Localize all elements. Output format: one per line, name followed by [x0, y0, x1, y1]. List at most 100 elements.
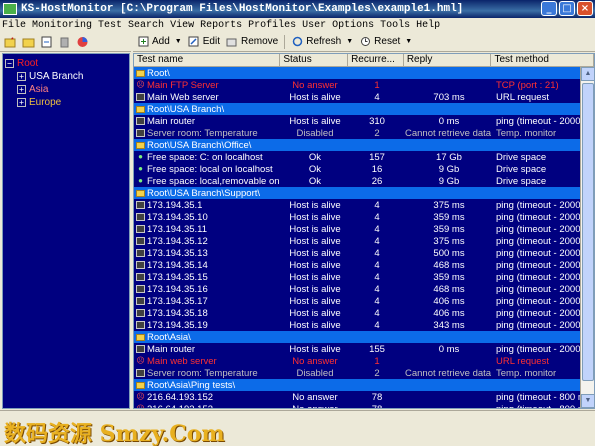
cell-recurrences: 26	[371, 175, 383, 187]
cell-status: Host is alive	[289, 115, 341, 127]
cell-recurrences: 155	[369, 343, 385, 355]
remove-button[interactable]: Remove	[226, 36, 278, 48]
monitor-icon	[136, 213, 145, 221]
folder-row[interactable]: Root\USA Branch\Support\	[134, 187, 581, 199]
cell-status: Host is alive	[289, 343, 341, 355]
table-row[interactable]: ☹ Main FTP Server No answer 1 TCP (port : 21…	[134, 79, 581, 91]
tree-node-asia[interactable]: + Asia	[5, 83, 127, 96]
menu-user[interactable]: User	[302, 20, 326, 31]
table-row[interactable]: 173.194.35.11 Host is alive 4 359 ms ping (t…	[134, 223, 581, 235]
column-header-test-method[interactable]: Test method	[491, 54, 594, 66]
expand-icon[interactable]: +	[17, 72, 26, 81]
cell-test-method: ping (timeout - 2000 ms)	[496, 115, 581, 127]
delete-icon[interactable]	[57, 35, 71, 49]
close-button[interactable]: ×	[577, 1, 593, 16]
column-header-recurrences[interactable]: Recurre...	[348, 54, 404, 66]
monitor-icon	[136, 225, 145, 233]
folder-path: Root\	[134, 68, 281, 79]
refresh-label: Refresh	[306, 36, 342, 47]
expand-icon[interactable]: +	[17, 98, 26, 107]
table-row[interactable]: Main router Host is alive 155 0 ms ping (tim…	[134, 343, 581, 355]
table-row[interactable]: ☹ Main web server No answer 1 URL request	[134, 355, 581, 367]
menu-help[interactable]: Help	[416, 20, 440, 31]
edit-button[interactable]: Edit	[188, 36, 220, 48]
refresh-button[interactable]: Refresh ▼	[291, 36, 353, 48]
menu-test[interactable]: Test	[98, 20, 122, 31]
table-row[interactable]: ☹ 216.64.193.153 No answer 78 ping (timeout …	[134, 403, 581, 409]
cell-reply: 343 ms	[433, 319, 465, 331]
minimize-button[interactable]: _	[541, 1, 557, 16]
menu-reports[interactable]: Reports	[200, 20, 242, 31]
table-row[interactable]: ● Free space: local on localhost Ok 16 9 Gb D…	[134, 163, 581, 175]
column-header-reply[interactable]: Reply	[404, 54, 492, 66]
cell-reply: 359 ms	[433, 271, 465, 283]
menu-search[interactable]: Search	[128, 20, 164, 31]
table-row[interactable]: ● Free space: local,removable on loc... Ok…	[134, 175, 581, 187]
tree-toolbar: *	[0, 32, 131, 52]
table-row[interactable]: Main Web server Host is alive 4 703 ms URL r…	[134, 91, 581, 103]
refresh-tree-icon[interactable]	[39, 35, 53, 49]
tree-node-label: USA Branch	[29, 71, 84, 82]
chevron-down-icon[interactable]: ▼	[175, 38, 182, 45]
window-controls: _ □ ×	[541, 1, 593, 16]
folder-row[interactable]: Root\USA Branch\Office\	[134, 139, 581, 151]
tree-node-europe[interactable]: + Europe	[5, 96, 127, 109]
cell-status: Disabled	[296, 127, 334, 139]
scroll-down-icon[interactable]: ▼	[581, 394, 594, 408]
folder-row[interactable]: Root\Asia\Ping tests\	[134, 379, 581, 391]
chevron-down-icon[interactable]: ▼	[405, 38, 412, 45]
menu-monitoring[interactable]: Monitoring	[32, 20, 92, 31]
cell-status: No answer	[292, 403, 338, 409]
table-row[interactable]: 173.194.35.14 Host is alive 4 468 ms ping (t…	[134, 259, 581, 271]
chevron-down-icon[interactable]: ▼	[346, 38, 353, 45]
table-row[interactable]: 173.194.35.19 Host is alive 4 343 ms ping (t…	[134, 319, 581, 331]
scroll-up-icon[interactable]: ▲	[581, 67, 594, 81]
table-row[interactable]: 173.194.35.17 Host is alive 4 406 ms ping (t…	[134, 295, 581, 307]
column-header-status[interactable]: Status	[280, 54, 349, 66]
table-row[interactable]: 173.194.35.12 Host is alive 4 375 ms ping (t…	[134, 235, 581, 247]
menu-options[interactable]: Options	[332, 20, 374, 31]
cell-status: No answer	[292, 355, 338, 367]
cell-recurrences: 157	[369, 151, 385, 163]
test-name-label: 173.194.35.13	[147, 247, 208, 259]
folder-icon	[136, 381, 145, 389]
table-row[interactable]: ● Free space: C: on localhost Ok 157 17 Gb Dr…	[134, 151, 581, 163]
maximize-button[interactable]: □	[559, 1, 575, 16]
table-row[interactable]: 173.194.35.18 Host is alive 4 406 ms ping (t…	[134, 307, 581, 319]
menu-tools[interactable]: Tools	[380, 20, 410, 31]
tree-node-root[interactable]: − Root	[5, 57, 127, 70]
stats-icon[interactable]	[75, 35, 89, 49]
cell-test-method: ping (timeout - 800 ms)	[496, 403, 581, 409]
expand-icon[interactable]: +	[17, 85, 26, 94]
table-row[interactable]: 173.194.35.15 Host is alive 4 359 ms ping (t…	[134, 271, 581, 283]
table-row[interactable]: 173.194.35.16 Host is alive 4 468 ms ping (t…	[134, 283, 581, 295]
folder-path: Root\USA Branch\	[134, 104, 281, 115]
table-row[interactable]: Server room: Temperature Disabled 2 Cannot …	[134, 127, 581, 139]
menu-profiles[interactable]: Profiles	[248, 20, 296, 31]
column-header-test-name[interactable]: Test name	[134, 54, 281, 66]
menu-file[interactable]: File	[2, 20, 26, 31]
table-row[interactable]: 173.194.35.10 Host is alive 4 359 ms ping (t…	[134, 211, 581, 223]
add-button[interactable]: Add ▼	[137, 36, 182, 48]
reset-button[interactable]: Reset ▼	[359, 36, 412, 48]
tree-node-usa-branch[interactable]: + USA Branch	[5, 70, 127, 83]
folder-row[interactable]: Root\	[134, 67, 581, 79]
menu-view[interactable]: View	[170, 20, 194, 31]
table-row[interactable]: 173.194.35.13 Host is alive 4 500 ms ping (t…	[134, 247, 581, 259]
edit-icon	[188, 36, 200, 48]
vertical-scrollbar[interactable]: ▲ ▼	[580, 67, 594, 408]
table-row[interactable]: ☹ 216.64.193.152 No answer 78 ping (timeout …	[134, 391, 581, 403]
folder-icon	[136, 141, 145, 149]
folder-icon[interactable]	[21, 35, 35, 49]
new-folder-icon[interactable]: *	[3, 35, 17, 49]
collapse-icon[interactable]: −	[5, 59, 14, 68]
folder-row[interactable]: Root\USA Branch\	[134, 103, 581, 115]
scroll-thumb[interactable]	[582, 83, 594, 381]
folder-row[interactable]: Root\Asia\	[134, 331, 581, 343]
monitor-icon	[136, 321, 145, 329]
table-row[interactable]: 173.194.35.1 Host is alive 4 375 ms ping (ti…	[134, 199, 581, 211]
cell-test-method: ping (timeout - 2000 ms)	[496, 319, 581, 331]
table-row[interactable]: Main router Host is alive 310 0 ms ping (tim…	[134, 115, 581, 127]
cell-test-method: Drive space	[496, 163, 547, 175]
table-row[interactable]: Server room: Temperature Disabled 2 Cannot …	[134, 367, 581, 379]
